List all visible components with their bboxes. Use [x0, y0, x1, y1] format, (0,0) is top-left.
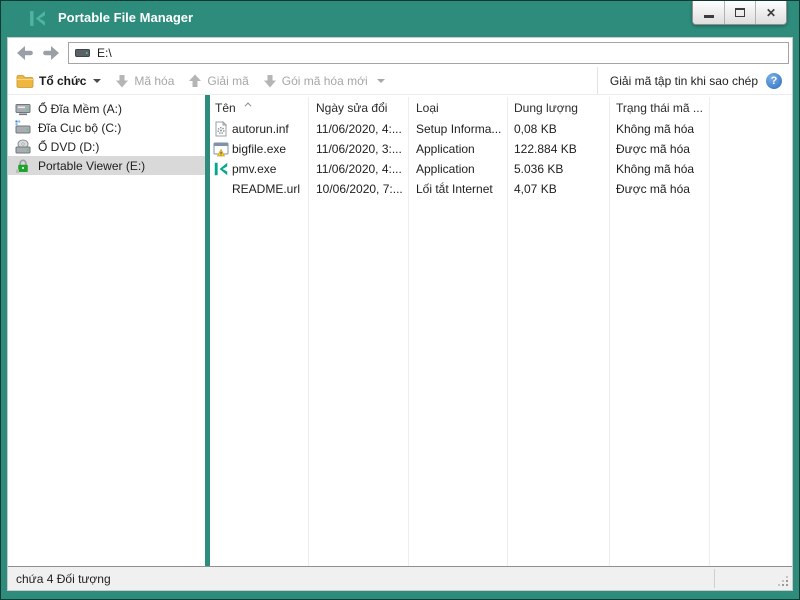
sidebar-item-label: Portable Viewer (E:) [38, 158, 146, 173]
file-row-autorun[interactable]: autorun.inf 11/06/2020, 4:... Setup Info… [210, 119, 792, 139]
sidebar-item-drive-e[interactable]: Portable Viewer (E:) [8, 156, 205, 175]
file-type: Lối tắt Internet [416, 182, 493, 196]
column-header-status[interactable]: Trạng thái mã ... [616, 101, 703, 115]
setup-file-icon [213, 120, 229, 137]
sidebar-item-label: Ổ DVD (D:) [38, 139, 100, 154]
lock-icon [16, 159, 28, 173]
kaspersky-logo-icon [28, 9, 47, 31]
sort-ascending-icon [244, 96, 252, 110]
sidebar-item-drive-d[interactable]: Ổ DVD (D:) [8, 137, 205, 156]
file-status: Được mã hóa [616, 142, 690, 156]
dvd-drive-icon [15, 139, 31, 153]
file-row-pmv[interactable]: pmv.exe 11/06/2020, 4:... Application 5.… [210, 159, 792, 179]
file-status: Không mã hóa [616, 122, 695, 136]
exe-file-icon [213, 141, 229, 157]
file-name: README.url [232, 182, 301, 196]
decrypt-on-copy-label: Giải mã tập tin khi sao chép [609, 73, 758, 88]
main-area: Ổ Đĩa Mềm (A:) Đĩa Cục bộ (C:) Ổ DVD (D:… [8, 95, 792, 566]
organize-button[interactable]: Tổ chức [16, 73, 102, 88]
organize-label: Tổ chức [39, 73, 87, 88]
sidebar-item-drive-a[interactable]: Ổ Đĩa Mềm (A:) [8, 99, 205, 118]
close-button[interactable]: ✕ [755, 1, 786, 24]
minimize-button[interactable] [693, 1, 724, 24]
new-package-label: Gói mã hóa mới [281, 73, 368, 88]
floppy-drive-icon [15, 103, 31, 115]
arrow-down-icon [263, 74, 276, 87]
client-area: E:\ Tổ chức Mã hóa Giải mã Gói mã hóa mớ… [7, 37, 793, 591]
status-text: chứa 4 Đối tượng [16, 571, 111, 586]
new-package-button[interactable]: Gói mã hóa mới [263, 74, 385, 88]
drive-list: Ổ Đĩa Mềm (A:) Đĩa Cục bộ (C:) Ổ DVD (D:… [8, 95, 205, 566]
column-header-name[interactable]: Tên [215, 101, 236, 115]
local-disk-icon [15, 120, 31, 133]
address-text: E:\ [97, 45, 112, 60]
help-icon[interactable]: ? [766, 72, 782, 89]
file-size: 4,07 KB [514, 182, 557, 196]
forward-button[interactable] [38, 43, 62, 63]
address-bar[interactable]: E:\ [68, 41, 789, 64]
arrow-down-icon [116, 74, 129, 87]
window-title: Portable File Manager [58, 10, 194, 25]
decrypt-label: Giải mã [207, 73, 249, 88]
sidebar-item-label: Đĩa Cục bộ (C:) [38, 120, 122, 135]
file-status: Được mã hóa [616, 182, 690, 196]
no-icon [213, 181, 229, 197]
file-modified: 11/06/2020, 4:... [316, 122, 402, 136]
file-type: Setup Informa... [416, 122, 502, 136]
sidebar-item-label: Ổ Đĩa Mềm (A:) [38, 101, 123, 116]
back-button[interactable] [14, 43, 38, 63]
status-bar: chứa 4 Đối tượng [8, 566, 792, 590]
encrypt-button[interactable]: Mã hóa [115, 74, 174, 88]
file-list-header: Tên Ngày sửa đổi Loại Dung lượng Trạng t… [210, 95, 792, 119]
file-type: Application [416, 142, 475, 156]
file-status: Không mã hóa [616, 162, 695, 176]
file-modified: 10/06/2020, 7:... [316, 182, 403, 196]
decrypt-on-copy-control[interactable]: Giải mã tập tin khi sao chép ? [596, 67, 792, 94]
window-controls: ✕ [692, 1, 787, 25]
file-name: autorun.inf [232, 122, 289, 136]
file-type: Application [416, 162, 475, 176]
file-modified: 11/06/2020, 3:... [316, 142, 402, 156]
chevron-down-icon [376, 78, 385, 83]
maximize-icon [735, 8, 745, 17]
title-bar: Portable File Manager ✕ [1, 1, 799, 36]
column-header-size[interactable]: Dung lượng [514, 101, 578, 115]
arrow-up-icon [189, 74, 202, 87]
folder-icon [16, 74, 34, 88]
drive-icon [75, 48, 90, 57]
file-size: 5.036 KB [514, 162, 564, 176]
file-list: Tên Ngày sửa đổi Loại Dung lượng Trạng t… [210, 95, 792, 566]
resize-grip-icon[interactable] [786, 584, 788, 586]
column-header-modified[interactable]: Ngày sửa đổi [316, 101, 387, 115]
status-bar-divider [714, 569, 715, 588]
file-name: bigfile.exe [232, 142, 287, 156]
file-row-bigfile[interactable]: bigfile.exe 11/06/2020, 3:... Applicatio… [210, 139, 792, 159]
column-header-type[interactable]: Loại [416, 101, 439, 115]
maximize-button[interactable] [724, 1, 755, 24]
file-modified: 11/06/2020, 4:... [316, 162, 402, 176]
navigation-bar: E:\ [8, 38, 792, 67]
file-row-readme[interactable]: README.url 10/06/2020, 7:... Lối tắt Int… [210, 179, 792, 199]
file-name: pmv.exe [232, 162, 277, 176]
file-size: 122.884 KB [514, 142, 577, 156]
sidebar-item-drive-c[interactable]: Đĩa Cục bộ (C:) [8, 118, 205, 137]
close-icon: ✕ [765, 5, 777, 20]
toolbar: Tổ chức Mã hóa Giải mã Gói mã hóa mới Gi… [8, 67, 792, 95]
kaspersky-icon [213, 161, 229, 177]
chevron-down-icon [93, 78, 102, 83]
forward-arrow-icon [43, 45, 59, 60]
app-window: Portable File Manager ✕ E:\ Tổ chức Mã h… [0, 0, 800, 600]
back-arrow-icon [17, 45, 33, 60]
minimize-icon [703, 15, 714, 18]
decrypt-button[interactable]: Giải mã [188, 73, 249, 88]
encrypt-label: Mã hóa [134, 73, 175, 88]
file-size: 0,08 KB [514, 122, 557, 136]
